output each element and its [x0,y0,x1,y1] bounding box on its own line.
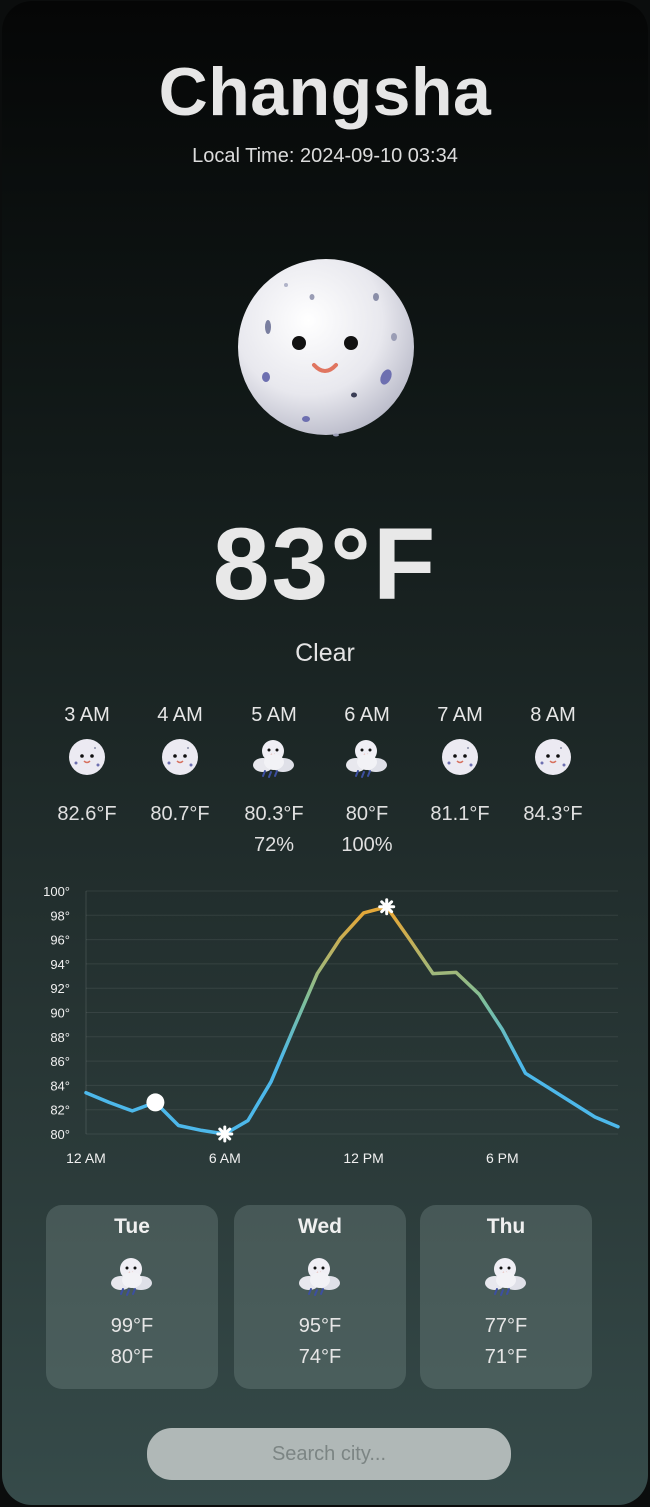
day-low: 80°F [46,1346,218,1369]
y-tick-label: 88° [50,1030,70,1045]
max-temp-marker [380,900,394,914]
moon-icon [506,729,600,785]
current-hour-marker [146,1093,164,1111]
y-tick-label: 90° [50,1006,70,1021]
hour-temp: 80.3°F [227,803,321,826]
hour-time: 4 AM [133,701,227,729]
y-tick-label: 96° [50,933,70,948]
rain-cloud-icon [234,1245,406,1305]
hour-item: 6 AM 80°F 100% [320,701,414,857]
hour-temp: 82.6°F [40,803,134,826]
day-card: Thu 77°F 71°F [420,1205,592,1389]
y-tick-label: 98° [50,908,70,923]
y-tick-label: 82° [50,1103,70,1118]
y-tick-label: 86° [50,1054,70,1069]
hour-time: 8 AM [506,701,600,729]
moon-icon [413,729,507,785]
hour-time: 6 AM [320,701,414,729]
smiling-moon-icon [236,257,416,437]
hour-item: 3 AM 82.6°F [40,701,134,834]
hour-temp: 80°F [320,803,414,826]
city-name: Changsha [2,53,648,131]
hour-item: 4 AM 80.7°F [133,701,227,834]
moon-icon [40,729,134,785]
rain-cloud-icon [46,1245,218,1305]
search-input[interactable] [147,1428,511,1480]
x-tick-label: 6 PM [486,1150,519,1166]
day-low: 71°F [420,1346,592,1369]
y-tick-label: 100° [43,884,70,899]
hour-temp: 80.7°F [133,803,227,826]
local-time: Local Time: 2024-09-10 03:34 [2,145,648,168]
daily-forecast: Tue 99°F 80°F Wed 95°F 74°F Thu 77°F 71°… [46,1205,596,1391]
day-low: 74°F [234,1346,406,1369]
day-name: Tue [46,1215,218,1239]
weather-app: Changsha Local Time: 2024-09-10 03:34 [2,1,648,1505]
temperature-chart: 80° 82° 84° 86° 88° 90° 92° 94° 96° 98° 100° 12 AM 6… [32,879,622,1169]
current-temperature: 83°F [2,506,648,623]
temperature-chart-svg: 80° 82° 84° 86° 88° 90° 92° 94° 96° 98° 100° 12 AM 6… [32,879,622,1169]
hour-item: 8 AM 84.3°F [506,701,600,834]
hour-temp: 81.1°F [413,803,507,826]
hour-item: 7 AM 81.1°F [413,701,507,834]
day-name: Thu [420,1215,592,1239]
y-tick-label: 80° [50,1127,70,1142]
hourly-forecast: 3 AM 82.6°F 4 AM 80.7°F 5 AM 80.3°F 72% … [40,701,600,871]
y-tick-label: 84° [50,1078,70,1093]
rain-cloud-icon [320,729,414,785]
moon-icon [133,729,227,785]
hour-temp: 84.3°F [506,803,600,826]
y-tick-label: 92° [50,981,70,996]
hour-time: 5 AM [227,701,321,729]
x-tick-label: 12 AM [66,1150,106,1166]
temperature-line [86,907,618,1134]
hour-precip: 100% [320,834,414,857]
x-tick-label: 6 AM [209,1150,241,1166]
x-tick-label: 12 PM [343,1150,383,1166]
hour-time: 7 AM [413,701,507,729]
hour-time: 3 AM [40,701,134,729]
day-high: 95°F [234,1315,406,1338]
day-high: 77°F [420,1315,592,1338]
day-high: 99°F [46,1315,218,1338]
hour-precip: 72% [227,834,321,857]
current-condition: Clear [2,639,648,668]
day-card: Wed 95°F 74°F [234,1205,406,1389]
min-temp-marker [218,1127,232,1141]
day-card: Tue 99°F 80°F [46,1205,218,1389]
rain-cloud-icon [420,1245,592,1305]
y-tick-label: 94° [50,957,70,972]
day-name: Wed [234,1215,406,1239]
rain-cloud-icon [227,729,321,785]
hour-item: 5 AM 80.3°F 72% [227,701,321,857]
